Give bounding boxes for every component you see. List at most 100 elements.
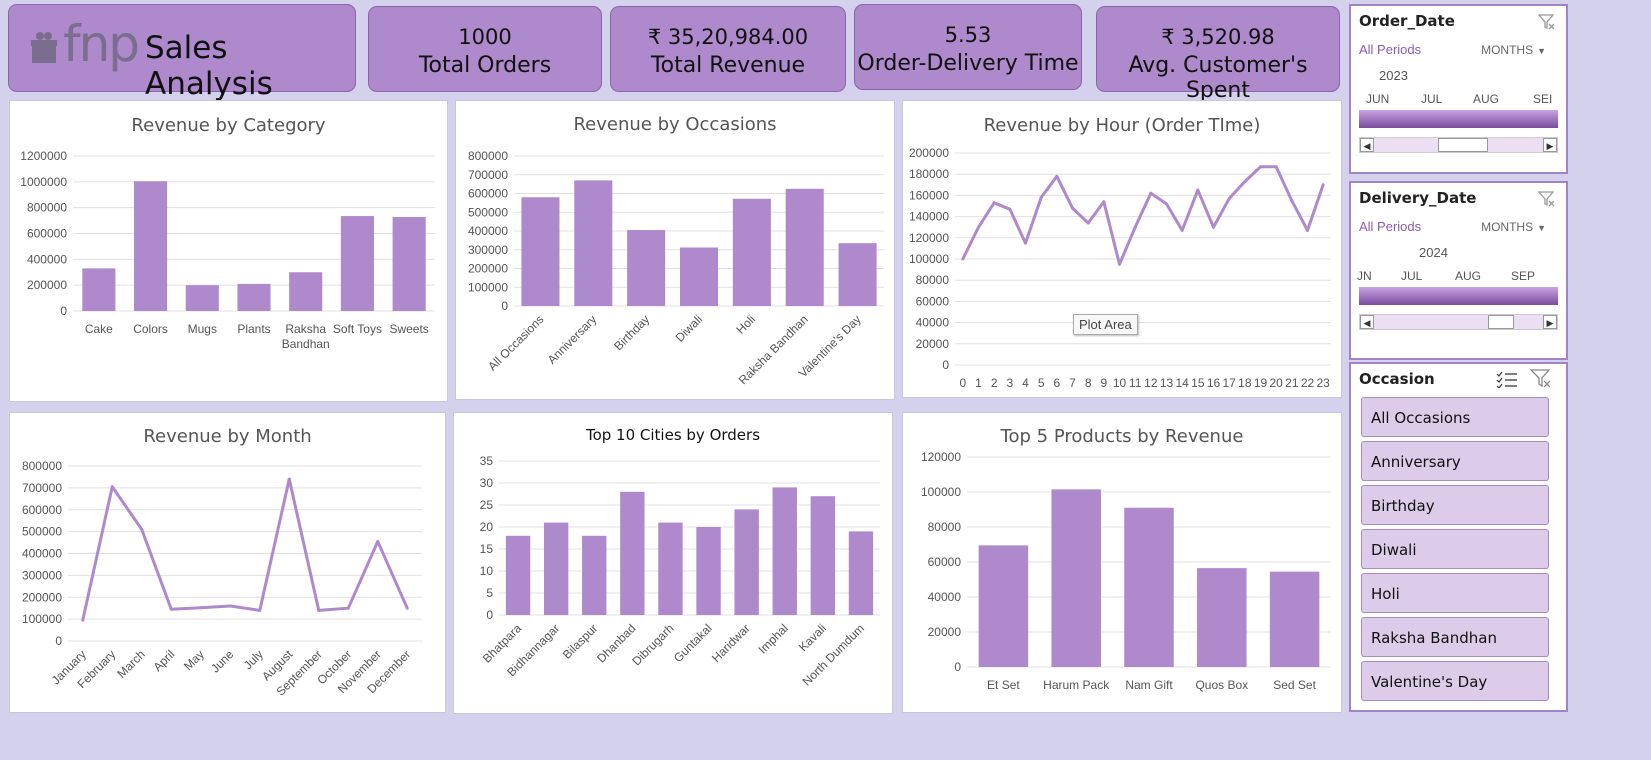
timeline-bar[interactable] xyxy=(1359,110,1558,128)
bar[interactable] xyxy=(82,268,116,311)
series-line[interactable] xyxy=(961,165,1325,266)
bar[interactable] xyxy=(772,487,797,615)
clear-filter-icon[interactable] xyxy=(1530,369,1552,389)
data-point[interactable] xyxy=(1165,202,1168,206)
data-point[interactable] xyxy=(110,485,114,489)
order-date-slicer[interactable]: Order_Date All Periods MONTHS ▼ 2023 JUN … xyxy=(1349,4,1568,174)
multi-select-icon[interactable] xyxy=(1496,370,1518,388)
bar[interactable] xyxy=(620,491,645,615)
data-point[interactable] xyxy=(169,607,173,611)
timeline-scrollbar[interactable]: ◀ ▶ xyxy=(1359,137,1558,153)
data-point[interactable] xyxy=(1196,188,1200,192)
bar[interactable] xyxy=(978,545,1029,667)
chart-revenue-by-month[interactable]: Revenue by Month 0 100000 200000 300000 4000… xyxy=(9,412,446,713)
bar[interactable] xyxy=(505,535,531,615)
occasion-option[interactable]: Birthday xyxy=(1361,485,1549,525)
bar[interactable] xyxy=(237,283,271,311)
data-point[interactable] xyxy=(1086,221,1090,225)
bar[interactable] xyxy=(1197,568,1247,667)
timeline-scrollbar[interactable]: ◀ ▶ xyxy=(1359,314,1558,330)
data-point[interactable] xyxy=(1290,199,1294,203)
bar[interactable] xyxy=(574,180,613,306)
occasion-option[interactable]: Valentine's Day xyxy=(1361,661,1549,701)
data-point[interactable] xyxy=(1039,196,1043,200)
bar[interactable] xyxy=(848,531,874,615)
bar[interactable] xyxy=(785,188,824,306)
data-point[interactable] xyxy=(1212,225,1215,229)
data-point[interactable] xyxy=(1321,183,1325,187)
data-point[interactable] xyxy=(376,539,380,543)
chart-top-products[interactable]: Top 5 Products by Revenue 0 20000 40000 600… xyxy=(902,412,1342,713)
data-point[interactable] xyxy=(258,608,262,612)
data-point[interactable] xyxy=(1008,207,1012,211)
bar[interactable] xyxy=(185,285,219,311)
bar[interactable] xyxy=(627,230,666,306)
data-point[interactable] xyxy=(1102,200,1106,204)
bar[interactable] xyxy=(340,216,374,311)
occasion-option[interactable]: Raksha Bandhan xyxy=(1361,617,1549,657)
scroll-thumb[interactable] xyxy=(1438,138,1488,152)
data-point[interactable] xyxy=(317,608,321,612)
all-periods-label[interactable]: All Periods xyxy=(1359,219,1421,234)
bar[interactable] xyxy=(1051,489,1101,667)
bar[interactable] xyxy=(838,243,877,306)
scroll-thumb[interactable] xyxy=(1488,315,1514,329)
data-point[interactable] xyxy=(992,201,996,205)
scroll-left-icon[interactable]: ◀ xyxy=(1360,138,1374,152)
timeline-bar[interactable] xyxy=(1359,287,1558,305)
data-point[interactable] xyxy=(1306,228,1309,232)
data-point[interactable] xyxy=(81,618,85,622)
scroll-right-icon[interactable]: ▶ xyxy=(1543,315,1557,329)
bar[interactable] xyxy=(679,247,719,307)
scroll-right-icon[interactable]: ▶ xyxy=(1543,138,1557,152)
data-point[interactable] xyxy=(1274,165,1278,169)
data-point[interactable] xyxy=(228,604,232,608)
data-point[interactable] xyxy=(1149,191,1153,195)
bar[interactable] xyxy=(696,527,721,615)
bar[interactable] xyxy=(392,216,426,311)
occasion-option[interactable]: Diwali xyxy=(1361,529,1549,569)
data-point[interactable] xyxy=(1071,206,1074,210)
data-point[interactable] xyxy=(405,606,409,610)
data-point[interactable] xyxy=(977,225,980,229)
data-point[interactable] xyxy=(961,257,965,261)
data-point[interactable] xyxy=(1024,241,1027,245)
bar[interactable] xyxy=(810,496,836,615)
chart-revenue-by-hour[interactable]: Revenue by Hour (Order TIme) 0 20000 40000… xyxy=(902,100,1342,398)
delivery-date-slicer[interactable]: Delivery_Date All Periods MONTHS ▼ 2024 J… xyxy=(1349,181,1568,360)
occasion-option[interactable]: All Occasions xyxy=(1361,397,1549,437)
series-line[interactable] xyxy=(81,477,409,621)
data-point[interactable] xyxy=(1259,165,1262,169)
bar[interactable] xyxy=(582,535,607,615)
scroll-left-icon[interactable]: ◀ xyxy=(1360,315,1374,329)
period-unit-dropdown[interactable]: MONTHS ▼ xyxy=(1481,43,1546,57)
data-point[interactable] xyxy=(1118,262,1121,266)
data-point[interactable] xyxy=(1055,174,1059,178)
chart-top-cities[interactable]: Top 10 Cities by Orders 0 5 10 15 20 25 30 35 Bh… xyxy=(453,412,893,714)
bar[interactable] xyxy=(289,272,323,311)
bar[interactable] xyxy=(734,509,759,615)
data-point[interactable] xyxy=(1180,228,1184,232)
chart-revenue-by-occasions[interactable]: Revenue by Occasions 0 100000 200000 300000… xyxy=(455,100,895,400)
bar[interactable] xyxy=(1124,507,1174,667)
data-point[interactable] xyxy=(1227,197,1231,201)
bar[interactable] xyxy=(1269,571,1320,667)
data-point[interactable] xyxy=(199,606,203,610)
occasion-slicer[interactable]: Occasion All Occasions Anniversary Birth… xyxy=(1349,362,1568,712)
bar[interactable] xyxy=(521,197,560,306)
all-periods-label[interactable]: All Periods xyxy=(1359,42,1421,57)
clear-filter-icon[interactable] xyxy=(1538,191,1556,207)
bar[interactable] xyxy=(658,522,683,615)
data-point[interactable] xyxy=(1133,225,1137,229)
chart-revenue-by-category[interactable]: Revenue by Category 0 200000 400000 600000 8… xyxy=(9,100,448,402)
data-point[interactable] xyxy=(1243,180,1247,184)
data-point[interactable] xyxy=(140,527,144,531)
occasion-option[interactable]: Anniversary xyxy=(1361,441,1549,481)
period-unit-dropdown[interactable]: MONTHS ▼ xyxy=(1481,220,1546,234)
bar[interactable] xyxy=(732,198,771,306)
data-point[interactable] xyxy=(287,477,291,481)
data-point[interactable] xyxy=(346,606,350,610)
bar[interactable] xyxy=(543,522,569,615)
clear-filter-icon[interactable] xyxy=(1538,14,1556,30)
occasion-option[interactable]: Holi xyxy=(1361,573,1549,613)
